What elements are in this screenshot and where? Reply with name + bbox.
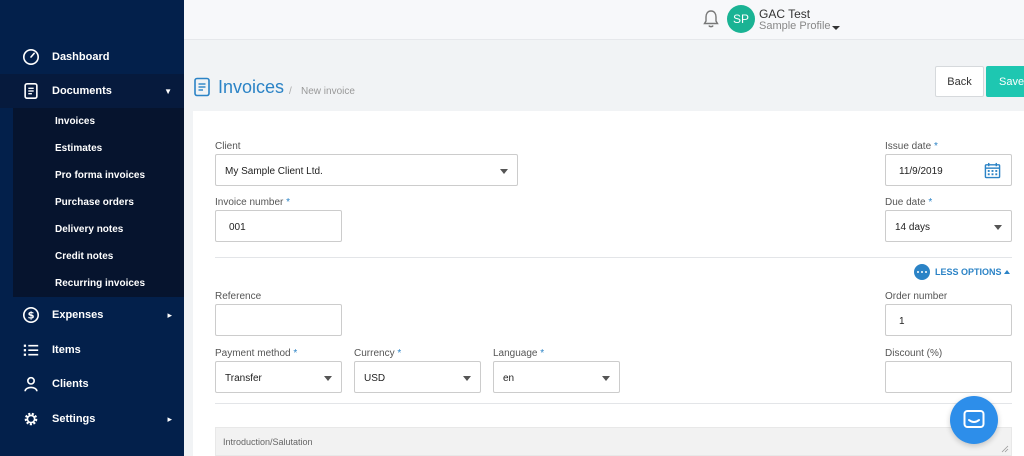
sidebar-item-expenses[interactable]: $ Expenses ▸ [0, 298, 184, 332]
breadcrumb: New invoice [301, 86, 355, 97]
due-date-select[interactable]: 14 days [885, 210, 1012, 242]
client-select[interactable]: My Sample Client Ltd. [215, 154, 518, 186]
client-value: My Sample Client Ltd. [225, 166, 323, 177]
payment-method-select[interactable]: Transfer [215, 361, 342, 393]
avatar[interactable]: SP [727, 5, 755, 33]
language-label: Language * [493, 348, 545, 359]
sidebar-item-label: Dashboard [52, 51, 110, 63]
bell-icon[interactable] [702, 9, 720, 29]
sidebar-item-clients[interactable]: Clients [0, 367, 184, 401]
client-label: Client [215, 141, 241, 152]
due-date-value: 14 days [895, 222, 931, 233]
sidebar-item-label: Clients [52, 378, 89, 390]
sidebar-item-label: Settings [52, 413, 96, 425]
document-icon [24, 82, 38, 100]
sidebar-item-label: Items [52, 344, 81, 356]
currency-select[interactable]: USD [354, 361, 481, 393]
discount-label: Discount (%) [885, 348, 943, 359]
introduction-placeholder: Introduction/Salutation [223, 437, 313, 447]
speedometer-icon [22, 48, 40, 66]
sidebar-item-items[interactable]: Items [0, 333, 184, 367]
save-button[interactable]: Save [986, 66, 1024, 97]
svg-text:$: $ [28, 311, 35, 322]
calendar-icon[interactable] [984, 162, 1001, 179]
submenu-item-pro-forma-invoices[interactable]: Pro forma invoices [55, 170, 145, 181]
user-profile[interactable]: Sample Profile [759, 20, 831, 32]
dropdown-arrow-icon [463, 376, 471, 381]
user-icon [24, 376, 38, 392]
gear-icon [24, 412, 38, 426]
sidebar-item-settings[interactable]: Settings ▸ [0, 402, 184, 436]
order-number-label: Order number [885, 291, 948, 302]
payment-method-label: Payment method * [215, 348, 298, 359]
sidebar-item-label: Documents [52, 85, 112, 97]
submenu-item-credit-notes[interactable]: Credit notes [55, 251, 113, 262]
sidebar-item-documents[interactable]: Documents ▼ [0, 74, 184, 108]
dropdown-arrow-icon [500, 169, 508, 174]
introduction-textarea[interactable]: Introduction/Salutation [215, 427, 1012, 456]
submenu-item-delivery-notes[interactable]: Delivery notes [55, 224, 123, 235]
submenu-item-invoices[interactable]: Invoices [55, 116, 95, 127]
user-name[interactable]: GAC Test [759, 7, 810, 21]
issue-date-field[interactable]: 11/9/2019 [885, 154, 1012, 186]
language-select[interactable]: en [493, 361, 620, 393]
dropdown-arrow-icon [994, 225, 1002, 230]
divider [215, 257, 1012, 258]
due-date-label: Due date * [885, 197, 933, 208]
issue-date-label: Issue date * [885, 141, 938, 152]
caret-right-icon: ▸ [167, 309, 172, 320]
dropdown-arrow-icon [324, 376, 332, 381]
sidebar-item-dashboard[interactable]: Dashboard [0, 40, 184, 74]
resize-grip-icon[interactable] [1001, 445, 1009, 453]
back-button[interactable]: Back [935, 66, 984, 97]
invoice-number-label: Invoice number * [215, 197, 291, 208]
sidebar-item-label: Expenses [52, 309, 104, 321]
chat-icon [963, 410, 985, 428]
reference-label: Reference [215, 291, 262, 302]
breadcrumb-separator: / [289, 86, 292, 97]
order-number-value: 1 [899, 316, 905, 327]
invoice-number-value: 001 [229, 222, 246, 233]
submenu-item-purchase-orders[interactable]: Purchase orders [55, 197, 134, 208]
more-dots-icon [914, 264, 930, 280]
page-title: Invoices [218, 77, 285, 97]
currency-label: Currency * [354, 348, 402, 359]
currency-value: USD [364, 373, 386, 384]
order-number-input[interactable]: 1 [885, 304, 1012, 336]
divider [215, 403, 1012, 404]
chat-launcher-button[interactable] [950, 396, 998, 444]
caret-right-icon: ▸ [167, 413, 172, 424]
caret-down-icon[interactable] [832, 26, 840, 30]
discount-input[interactable] [885, 361, 1012, 393]
sidebar: Dashboard Documents ▼ Invoices Estimates… [0, 0, 184, 456]
issue-date-value: 11/9/2019 [899, 166, 943, 177]
dropdown-arrow-icon [602, 376, 610, 381]
caret-down-icon: ▼ [164, 86, 172, 96]
dollar-icon: $ [22, 306, 40, 324]
list-icon [23, 344, 39, 356]
documents-submenu: Invoices Estimates Pro forma invoices Pu… [13, 108, 184, 297]
document-icon [194, 77, 210, 97]
less-options-toggle[interactable]: LESS OPTIONS [914, 264, 1010, 280]
reference-input[interactable] [215, 304, 342, 336]
submenu-item-recurring-invoices[interactable]: Recurring invoices [55, 278, 145, 289]
language-value: en [503, 373, 515, 384]
submenu-item-estimates[interactable]: Estimates [55, 143, 102, 154]
payment-method-value: Transfer [225, 373, 262, 384]
invoice-number-input[interactable]: 001 [215, 210, 342, 242]
less-options-label: LESS OPTIONS [935, 267, 1002, 277]
caret-up-icon [1003, 270, 1010, 274]
topbar [184, 0, 1024, 40]
